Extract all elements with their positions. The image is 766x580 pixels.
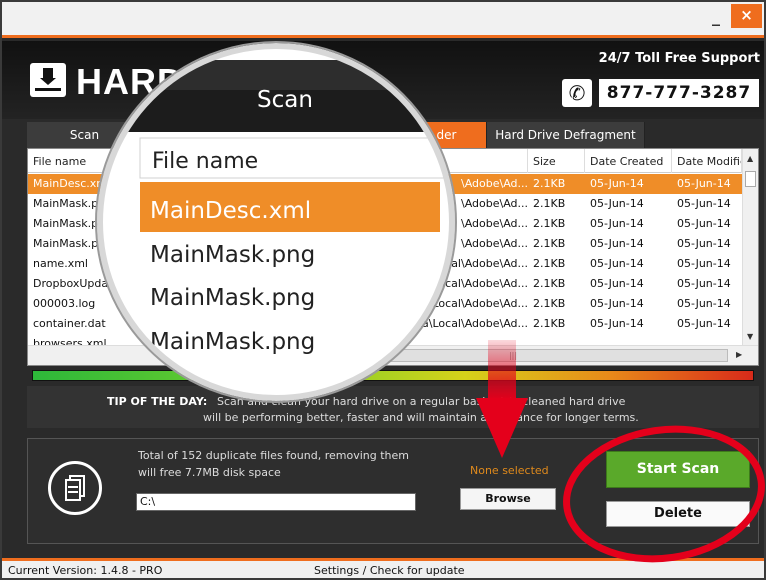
- cell-created: 05-Jun-14: [590, 197, 644, 210]
- tip-label: TIP OF THE DAY:: [107, 395, 208, 408]
- start-scan-button[interactable]: Start Scan: [606, 451, 750, 488]
- table-row[interactable]: MainMask.pr \Adobe\Ad... 2.1KB 05-Jun-14 05-…: [28, 194, 742, 214]
- phone-number[interactable]: 877-777-3287: [599, 79, 759, 107]
- close-button[interactable]: ×: [731, 4, 762, 28]
- delete-button[interactable]: Delete: [606, 501, 750, 527]
- selection-status: None selected: [470, 464, 549, 477]
- action-panel: Total of 152 duplicate files found, remo…: [27, 438, 759, 544]
- scan-path-input[interactable]: C:\: [136, 493, 416, 511]
- tab-scan[interactable]: Scan: [27, 122, 143, 148]
- table-row[interactable]: 000003.log Local\Adobe\Ad... 2.1KB 05-Jun-1…: [28, 294, 742, 314]
- app-logo-text: HARD: [76, 61, 184, 102]
- vertical-scrollbar[interactable]: ▲ ▼: [742, 149, 758, 345]
- cell-name: MainMask.pr: [33, 217, 103, 230]
- settings-link[interactable]: Settings / Check for update: [314, 564, 465, 577]
- cell-path: \Adobe\Ad...: [460, 197, 528, 210]
- col-file-name[interactable]: File name: [28, 149, 528, 173]
- col-size[interactable]: Size: [528, 149, 585, 173]
- scroll-up-icon[interactable]: ▲: [747, 154, 753, 163]
- cell-name: MainMask.pr: [33, 197, 103, 210]
- cell-created: 05-Jun-14: [590, 217, 644, 230]
- cell-path: Local\Adobe\Ad...: [432, 277, 528, 290]
- cell-name: MainDesc.xml: [33, 177, 111, 190]
- scan-summary: Total of 152 duplicate files found, remo…: [138, 447, 409, 481]
- tip-text-line-1: Scan and clean your hard drive on a regu…: [217, 395, 626, 408]
- scroll-down-icon[interactable]: ▼: [747, 332, 753, 341]
- cell-size: 2.1KB: [533, 257, 566, 270]
- cell-modified: 05-Jun-14: [677, 237, 731, 250]
- cell-created: 05-Jun-14: [590, 257, 644, 270]
- cell-name: name.xml: [33, 257, 88, 270]
- cell-modified: 05-Jun-14: [677, 317, 731, 330]
- cell-size: 2.1KB: [533, 197, 566, 210]
- cell-name: 000003.log: [33, 297, 96, 310]
- cell-size: 2.1KB: [533, 177, 566, 190]
- summary-line-1: Total of 152 duplicate files found, remo…: [138, 449, 409, 462]
- tip-text-line-2: will be performing better, faster and wi…: [203, 411, 639, 424]
- tip-of-the-day: TIP OF THE DAY: Scan and clean your hard…: [27, 386, 759, 428]
- duplicate-files-icon: [48, 461, 102, 515]
- cell-created: 05-Jun-14: [590, 177, 644, 190]
- file-list-header: File name Size Date Created Date Modifie: [28, 149, 742, 173]
- app-window: _ × HARD 24/7 Toll Free Support ✆ 877-77…: [0, 0, 766, 580]
- cell-created: 05-Jun-14: [590, 237, 644, 250]
- cell-name: container.dat: [33, 317, 106, 330]
- scan-progress-bar: [32, 370, 754, 381]
- cell-size: 2.1KB: [533, 317, 566, 330]
- hscroll-thumb[interactable]: |||: [298, 349, 728, 362]
- cell-path: \Adobe\Ad...: [460, 237, 528, 250]
- cell-size: 2.1KB: [533, 277, 566, 290]
- cell-modified: 05-Jun-14: [677, 197, 731, 210]
- col-date-created[interactable]: Date Created: [585, 149, 672, 173]
- version-label: Current Version: 1.4.8 - PRO: [8, 564, 163, 577]
- table-row[interactable]: name.xml al\Adobe\Ad... 2.1KB 05-Jun-14 05-J…: [28, 254, 742, 274]
- table-row[interactable]: MainMask.pr \Adobe\Ad... 2.1KB 05-Jun-14 05-…: [28, 214, 742, 234]
- file-list: File name Size Date Created Date Modifie…: [27, 148, 759, 366]
- cell-modified: 05-Jun-14: [677, 217, 731, 230]
- cell-name: MainMask.pn: [33, 237, 106, 250]
- cell-size: 2.1KB: [533, 237, 566, 250]
- cell-name: DropboxUpdate: [33, 277, 120, 290]
- download-icon: [30, 63, 66, 97]
- table-row[interactable]: DropboxUpdate Local\Adobe\Ad... 2.1KB 05-Ju…: [28, 274, 742, 294]
- cell-created: 05-Jun-14: [590, 297, 644, 310]
- scroll-thumb[interactable]: [745, 171, 756, 187]
- browse-button[interactable]: Browse: [460, 488, 556, 510]
- cell-created: 05-Jun-14: [590, 317, 644, 330]
- cell-path: al\Adobe\Ad...: [451, 257, 528, 270]
- col-date-modified[interactable]: Date Modifie: [672, 149, 742, 173]
- cell-modified: 05-Jun-14: [677, 257, 731, 270]
- table-row[interactable]: MainDesc.xml \Adobe\Ad... 2.1KB 05-Jun-14 05…: [28, 174, 742, 194]
- cell-size: 2.1KB: [533, 297, 566, 310]
- table-row[interactable]: container.dat ta\Local\Adobe\Ad... 2.1KB 05…: [28, 314, 742, 334]
- phone-icon: ✆: [562, 79, 592, 107]
- cell-path: \Adobe\Ad...: [460, 177, 528, 190]
- cell-created: 05-Jun-14: [590, 277, 644, 290]
- cell-modified: 05-Jun-14: [677, 177, 731, 190]
- tab-hard-drive-defragment[interactable]: Hard Drive Defragment: [487, 122, 645, 148]
- status-bar: Current Version: 1.4.8 - PRO Settings / …: [2, 558, 764, 578]
- cell-modified: 05-Jun-14: [677, 297, 731, 310]
- cell-modified: 05-Jun-14: [677, 277, 731, 290]
- cell-path: \Adobe\Ad...: [460, 217, 528, 230]
- tab-duplicate-finder[interactable]: der: [407, 122, 487, 148]
- scroll-right-icon[interactable]: ▶: [736, 350, 742, 359]
- summary-line-2: will free 7.7MB disk space: [138, 466, 281, 479]
- tab-bar: Scan der Hard Drive Defragment: [27, 122, 739, 148]
- title-bar: _ ×: [2, 2, 764, 38]
- app-header: HARD 24/7 Toll Free Support ✆ 877-777-32…: [2, 41, 764, 119]
- cell-path: ta\Local\Adobe\Ad...: [417, 317, 528, 330]
- support-label: 24/7 Toll Free Support: [598, 51, 760, 66]
- minimize-button[interactable]: _: [704, 9, 728, 28]
- cell-size: 2.1KB: [533, 217, 566, 230]
- horizontal-scrollbar[interactable]: ||| ▶: [28, 345, 758, 365]
- table-row[interactable]: MainMask.pn \Adobe\Ad... 2.1KB 05-Jun-14 05-…: [28, 234, 742, 254]
- cell-path: Local\Adobe\Ad...: [432, 297, 528, 310]
